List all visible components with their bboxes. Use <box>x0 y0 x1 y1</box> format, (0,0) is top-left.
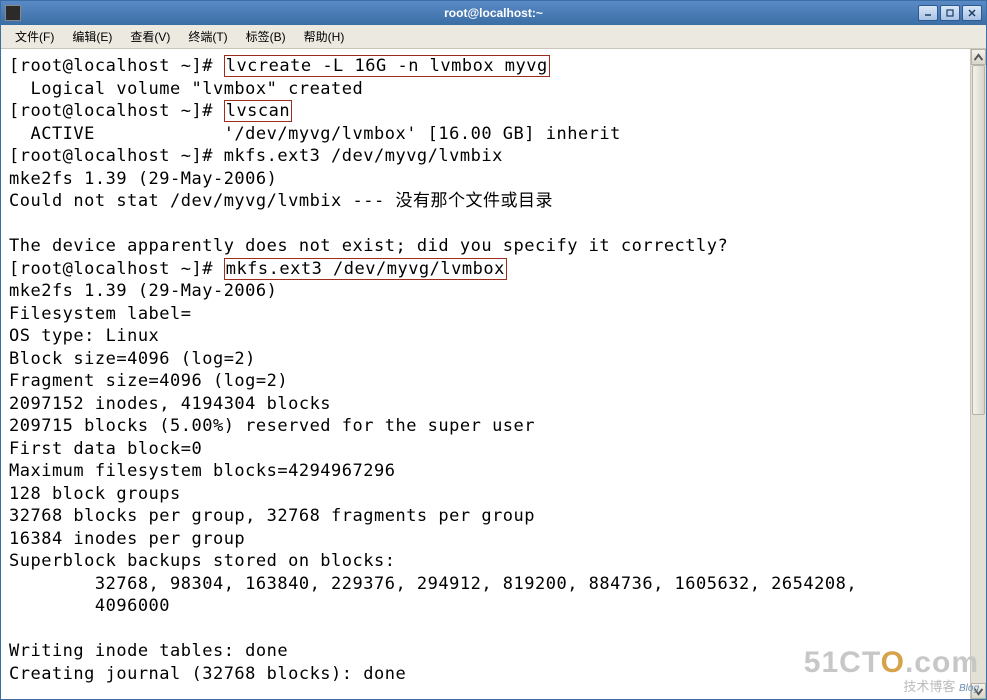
cmd-lvscan: lvscan <box>224 100 292 122</box>
scroll-track[interactable] <box>971 65 986 683</box>
window-buttons <box>918 5 982 21</box>
maximize-icon <box>945 8 955 18</box>
minimize-button[interactable] <box>918 5 938 21</box>
out-active: ACTIVE '/dev/myvg/lvmbox' [16.00 GB] inh… <box>9 124 621 144</box>
scrollbar[interactable] <box>970 49 986 699</box>
out-noexist: The device apparently does not exist; di… <box>9 236 728 256</box>
prompt: [root@localhost ~]# <box>9 101 224 121</box>
out-sb2: 4096000 <box>9 596 170 616</box>
out-pergroup: 32768 blocks per group, 32768 fragments … <box>9 506 535 526</box>
scroll-up-button[interactable] <box>971 49 986 65</box>
out-mke2fs2: mke2fs 1.39 (29-May-2006) <box>9 281 277 301</box>
out-sbheader: Superblock backups stored on blocks: <box>9 551 395 571</box>
out-lvcreated: Logical volume "lvmbox" created <box>9 79 363 99</box>
menu-terminal[interactable]: 终端(T) <box>180 26 235 47</box>
out-reserved: 209715 blocks (5.00%) reserved for the s… <box>9 416 535 436</box>
out-firstdb: First data block=0 <box>9 439 202 459</box>
minimize-icon <box>923 8 933 18</box>
prompt: [root@localhost ~]# <box>9 259 224 279</box>
menu-tabs[interactable]: 标签(B) <box>238 26 294 47</box>
out-writing: Writing inode tables: done <box>9 641 288 661</box>
terminal-icon <box>5 5 21 21</box>
menu-help[interactable]: 帮助(H) <box>296 26 353 47</box>
out-bgroups: 128 block groups <box>9 484 181 504</box>
out-blksize: Block size=4096 (log=2) <box>9 349 256 369</box>
scroll-thumb[interactable] <box>972 65 985 415</box>
menu-view[interactable]: 查看(V) <box>122 26 178 47</box>
terminal-output[interactable]: [root@localhost ~]# lvcreate -L 16G -n l… <box>1 49 970 699</box>
out-journal: Creating journal (32768 blocks): done <box>9 664 406 684</box>
cmd-lvcreate: lvcreate -L 16G -n lvmbox myvg <box>224 55 550 77</box>
cmd-mkfs-good: mkfs.ext3 /dev/myvg/lvmbox <box>224 258 507 280</box>
close-icon <box>967 8 977 18</box>
out-inodesper: 16384 inodes per group <box>9 529 245 549</box>
out-sb1: 32768, 98304, 163840, 229376, 294912, 81… <box>9 574 857 594</box>
out-maxfs: Maximum filesystem blocks=4294967296 <box>9 461 395 481</box>
cmd-mkfs-bad: mkfs.ext3 /dev/myvg/lvmbix <box>224 146 503 166</box>
out-ostype: OS type: Linux <box>9 326 159 346</box>
out-inodes: 2097152 inodes, 4194304 blocks <box>9 394 331 414</box>
out-mke2fs: mke2fs 1.39 (29-May-2006) <box>9 169 277 189</box>
terminal-body: [root@localhost ~]# lvcreate -L 16G -n l… <box>1 49 986 699</box>
titlebar[interactable]: root@localhost:~ <box>1 1 986 25</box>
out-fragsize: Fragment size=4096 (log=2) <box>9 371 288 391</box>
out-fslabel: Filesystem label= <box>9 304 192 324</box>
out-nostat: Could not stat /dev/myvg/lvmbix --- 没有那个… <box>9 191 553 211</box>
terminal-window: root@localhost:~ 文件(F) 编辑(E) 查看(V) 终端(T)… <box>0 0 987 700</box>
scroll-down-button[interactable] <box>971 683 986 699</box>
prompt: [root@localhost ~]# <box>9 56 224 76</box>
window-title: root@localhost:~ <box>1 6 986 20</box>
menu-edit[interactable]: 编辑(E) <box>64 26 120 47</box>
maximize-button[interactable] <box>940 5 960 21</box>
chevron-down-icon <box>972 685 985 698</box>
chevron-up-icon <box>972 51 985 64</box>
close-button[interactable] <box>962 5 982 21</box>
menubar: 文件(F) 编辑(E) 查看(V) 终端(T) 标签(B) 帮助(H) <box>1 25 986 49</box>
prompt: [root@localhost ~]# <box>9 146 224 166</box>
menu-file[interactable]: 文件(F) <box>7 26 62 47</box>
